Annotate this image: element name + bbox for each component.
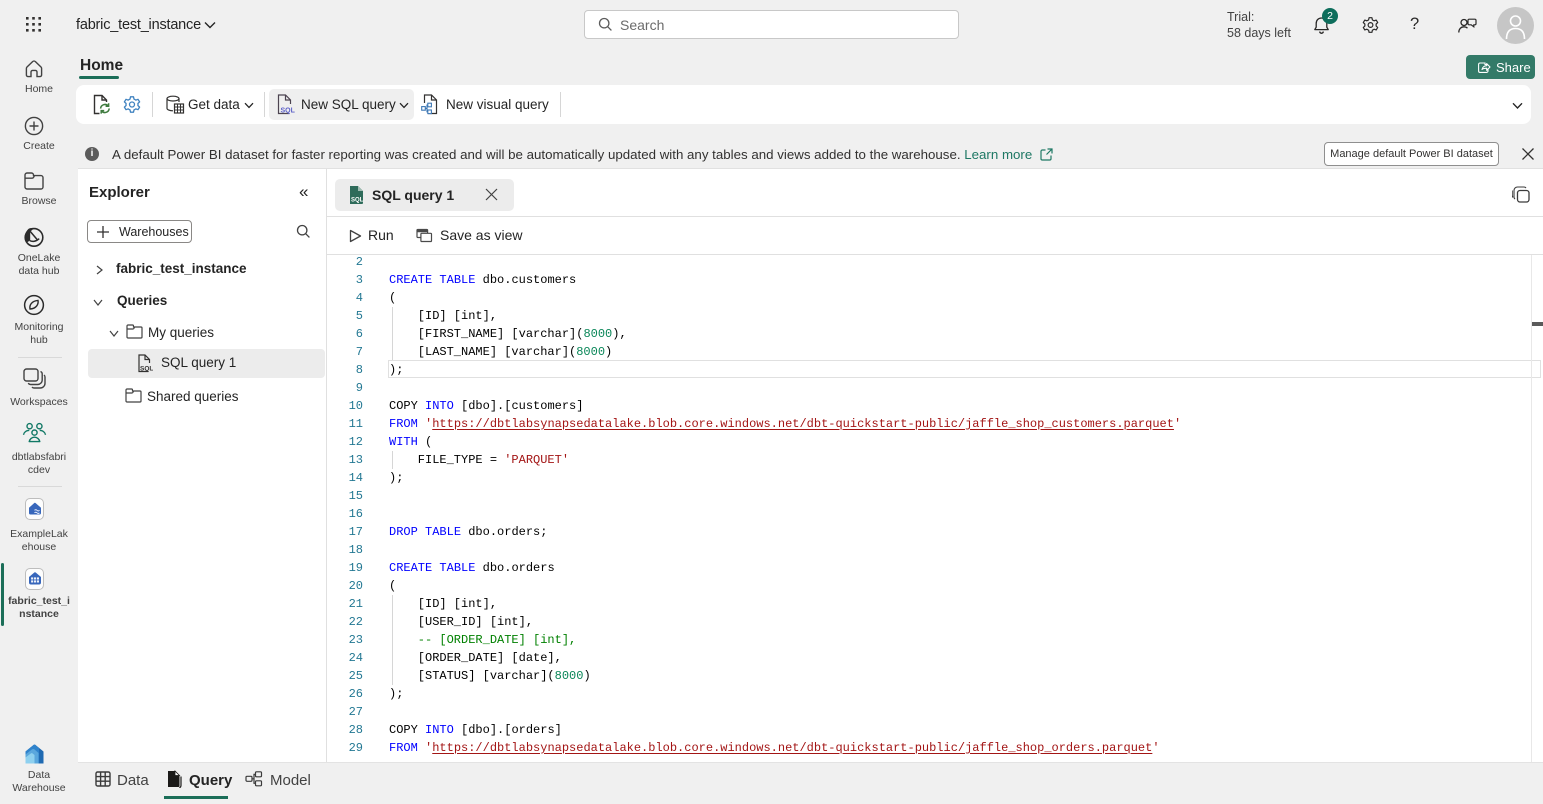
svg-text:SQL: SQL [140,366,153,373]
svg-text:SQL: SQL [351,198,364,204]
svg-text:SQL: SQL [281,108,296,115]
